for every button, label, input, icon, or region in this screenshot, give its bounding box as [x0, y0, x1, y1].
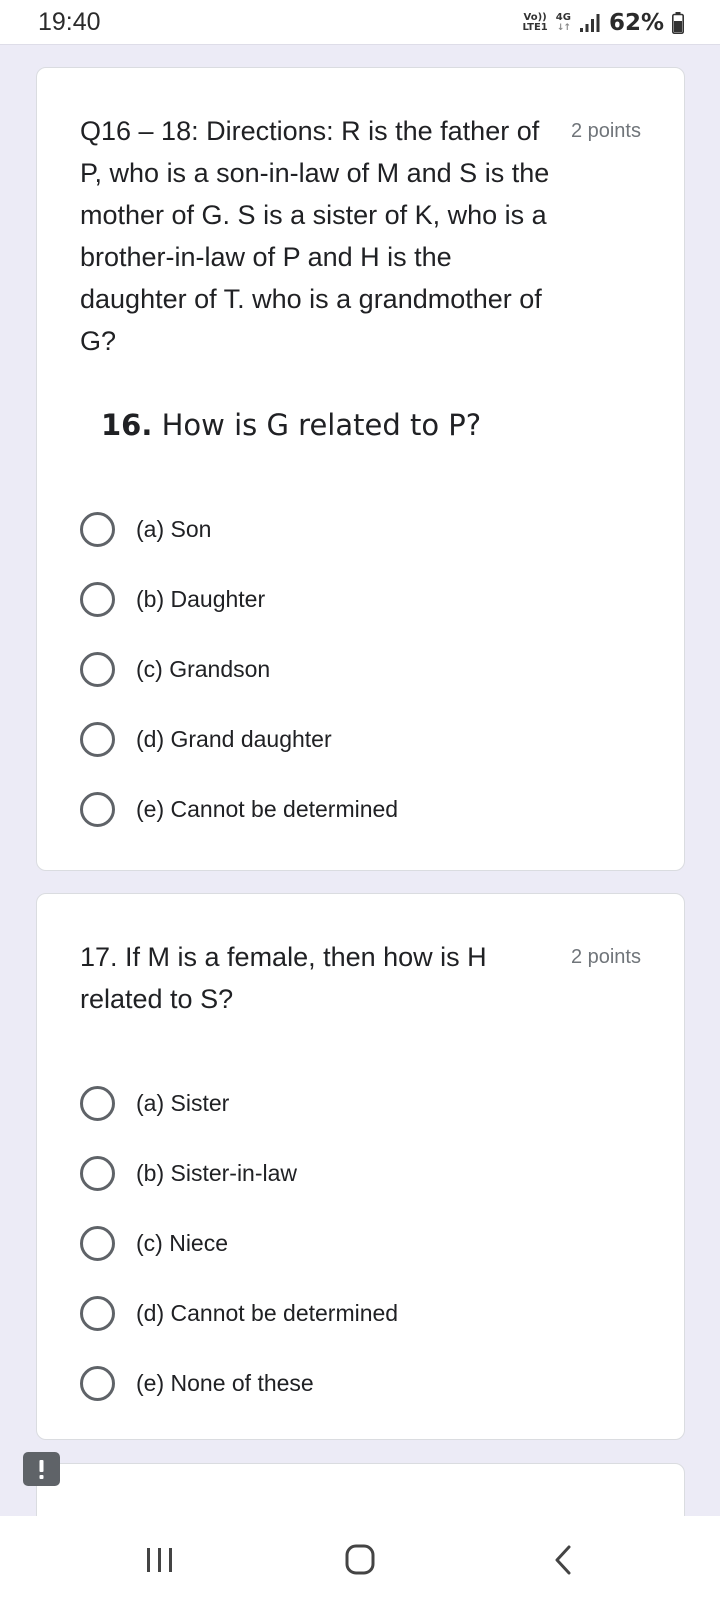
radio-option[interactable]: (b) Sister-in-law	[80, 1138, 398, 1208]
radio-option[interactable]: (d) Grand daughter	[80, 704, 398, 774]
radio-button[interactable]	[80, 721, 115, 757]
question-card-q16: Q16 – 18: Directions: R is the father of…	[36, 67, 685, 871]
volte-indicator: Vo)) LTE1	[522, 13, 547, 33]
radio-button[interactable]	[80, 791, 115, 827]
status-icons: Vo)) LTE1 4G ↓↑ 62%	[522, 6, 684, 40]
sub-question-number: 16.	[101, 408, 153, 442]
radio-button[interactable]	[80, 1155, 115, 1191]
radio-button[interactable]	[80, 581, 115, 617]
radio-option[interactable]: (a) Son	[80, 494, 398, 564]
points-label: 2 points	[570, 946, 641, 968]
sub-question-heading: 16. How is G related to P?	[101, 408, 481, 442]
option-label: (d) Grand daughter	[136, 725, 332, 752]
recents-icon	[147, 1548, 172, 1572]
radio-button[interactable]	[80, 651, 115, 687]
option-label: (e) Cannot be determined	[136, 795, 399, 822]
question-header: Q16 – 18: Directions: R is the father of…	[80, 110, 641, 362]
radio-option[interactable]: (e) None of these	[80, 1348, 398, 1418]
recents-button[interactable]	[140, 1543, 180, 1577]
radio-button[interactable]	[80, 511, 115, 547]
signal-icon	[579, 14, 600, 32]
battery-percent: 62%	[608, 10, 664, 36]
option-label: (a) Son	[136, 515, 212, 542]
radio-option[interactable]: (a) Sister	[80, 1068, 398, 1138]
option-label: (d) Cannot be determined	[136, 1299, 399, 1326]
status-bar: 19:40 Vo)) LTE1 4G ↓↑ 62%	[0, 0, 720, 45]
back-icon	[555, 1545, 571, 1575]
question-card-q17: 17. If M is a female, then how is H rela…	[36, 893, 685, 1440]
option-label: (a) Sister	[136, 1089, 230, 1116]
status-time: 19:40	[38, 8, 101, 36]
points-label: 2 points	[570, 120, 641, 142]
network-arrows-icon: ↓↑	[556, 23, 571, 33]
option-label: (c) Grandson	[136, 655, 271, 682]
radio-button[interactable]	[80, 1295, 115, 1331]
option-label: (b) Daughter	[136, 585, 266, 612]
back-button[interactable]	[545, 1543, 585, 1577]
option-label: (e) None of these	[136, 1369, 314, 1396]
question-title: 17. If M is a female, then how is H rela…	[80, 942, 487, 1014]
network-type-indicator: 4G ↓↑	[555, 12, 571, 34]
volte-bottom-label: LTE1	[522, 22, 548, 33]
battery-icon	[672, 12, 684, 34]
feedback-button[interactable]	[23, 1452, 60, 1486]
sub-question-text: How is G related to P?	[161, 408, 482, 442]
home-button[interactable]	[340, 1543, 380, 1577]
radio-option[interactable]: (b) Daughter	[80, 564, 398, 634]
radio-button[interactable]	[80, 1225, 115, 1261]
question-header: 17. If M is a female, then how is H rela…	[80, 936, 641, 1020]
radio-group-q17: (a) Sister (b) Sister-in-law (c) Niece (…	[80, 1068, 398, 1418]
option-label: (b) Sister-in-law	[136, 1159, 298, 1186]
home-icon	[345, 1544, 375, 1575]
option-label: (c) Niece	[136, 1229, 229, 1256]
radio-group-q16: (a) Son (b) Daughter (c) Grandson (d) Gr…	[80, 494, 398, 844]
radio-option[interactable]: (d) Cannot be determined	[80, 1278, 398, 1348]
radio-button[interactable]	[80, 1365, 115, 1401]
question-title: Q16 – 18: Directions: R is the father of…	[80, 116, 550, 356]
network-type-label: 4G	[555, 12, 571, 23]
navigation-bar	[0, 1516, 720, 1600]
exclamation-icon	[39, 1460, 44, 1479]
radio-option[interactable]: (c) Grandson	[80, 634, 398, 704]
radio-option[interactable]: (e) Cannot be determined	[80, 774, 398, 844]
radio-option[interactable]: (c) Niece	[80, 1208, 398, 1278]
radio-button[interactable]	[80, 1085, 115, 1121]
